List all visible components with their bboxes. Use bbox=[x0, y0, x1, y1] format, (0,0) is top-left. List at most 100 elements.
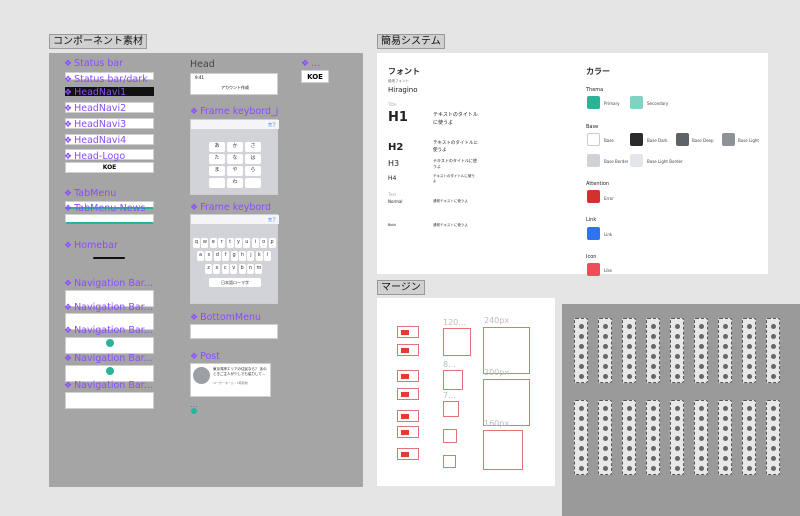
glyph-icon[interactable] bbox=[602, 344, 608, 349]
glyph-icon[interactable] bbox=[674, 426, 680, 431]
glyph-icon[interactable] bbox=[674, 446, 680, 451]
glyph-icon[interactable] bbox=[770, 426, 776, 431]
glyph-icon[interactable] bbox=[722, 354, 728, 359]
glyph-icon[interactable] bbox=[770, 436, 776, 441]
glyph-icon[interactable] bbox=[602, 354, 608, 359]
glyph-icon[interactable] bbox=[578, 446, 584, 451]
glyph-icon[interactable] bbox=[674, 374, 680, 379]
component-post[interactable]: ❖ Post bbox=[190, 351, 220, 363]
glyph-icon[interactable] bbox=[578, 334, 584, 339]
glyph-icon[interactable] bbox=[770, 334, 776, 339]
component-headnavi3[interactable]: ❖ HeadNavi3 bbox=[64, 119, 126, 131]
glyph-icon[interactable] bbox=[626, 456, 632, 461]
glyph-icon[interactable] bbox=[578, 374, 584, 379]
component-navigation-bar-4[interactable]: ❖ Navigation Bar... bbox=[64, 353, 153, 365]
component-tabmenu[interactable]: ❖ TabMenu bbox=[64, 188, 116, 200]
frame-label-system[interactable]: 簡易システム bbox=[377, 34, 445, 49]
glyph-icon[interactable] bbox=[650, 406, 656, 411]
glyph-icon[interactable] bbox=[674, 406, 680, 411]
glyph-icon[interactable] bbox=[698, 344, 704, 349]
component-status-bar-dark[interactable]: ❖ Status bar/dark bbox=[64, 74, 148, 86]
glyph-icon[interactable] bbox=[650, 334, 656, 339]
glyph-icon[interactable] bbox=[746, 426, 752, 431]
glyph-icon[interactable] bbox=[698, 354, 704, 359]
glyph-icon[interactable] bbox=[674, 416, 680, 421]
glyph-icon[interactable] bbox=[674, 466, 680, 471]
glyph-icon[interactable] bbox=[626, 436, 632, 441]
component-frame-keybord[interactable]: ❖ Frame keybord bbox=[190, 202, 271, 214]
glyph-icon[interactable] bbox=[698, 466, 704, 471]
component-ellipsis[interactable]: ❖... bbox=[301, 58, 320, 70]
glyph-icon[interactable] bbox=[722, 466, 728, 471]
glyph-icon[interactable] bbox=[746, 466, 752, 471]
glyph-icon[interactable] bbox=[746, 354, 752, 359]
glyph-icon[interactable] bbox=[722, 334, 728, 339]
glyph-icon[interactable] bbox=[578, 354, 584, 359]
glyph-icon[interactable] bbox=[650, 446, 656, 451]
glyph-icon[interactable] bbox=[746, 456, 752, 461]
glyph-icon[interactable] bbox=[602, 416, 608, 421]
glyph-icon[interactable] bbox=[578, 406, 584, 411]
glyph-icon[interactable] bbox=[770, 466, 776, 471]
glyph-icon[interactable] bbox=[578, 466, 584, 471]
glyph-icon[interactable] bbox=[602, 436, 608, 441]
glyph-icon[interactable] bbox=[698, 406, 704, 411]
glyph-icon[interactable] bbox=[770, 344, 776, 349]
glyph-icon[interactable] bbox=[746, 436, 752, 441]
glyph-icon[interactable] bbox=[650, 324, 656, 329]
glyph-icon[interactable] bbox=[650, 436, 656, 441]
glyph-icon[interactable] bbox=[698, 416, 704, 421]
glyph-icon[interactable] bbox=[602, 406, 608, 411]
glyph-icon[interactable] bbox=[650, 374, 656, 379]
glyph-icon[interactable] bbox=[770, 354, 776, 359]
glyph-icon[interactable] bbox=[770, 456, 776, 461]
glyph-icon[interactable] bbox=[770, 416, 776, 421]
glyph-icon[interactable] bbox=[746, 324, 752, 329]
component-headnavi1[interactable]: ❖ HeadNavi1 bbox=[64, 87, 126, 99]
glyph-icon[interactable] bbox=[746, 416, 752, 421]
glyph-icon[interactable] bbox=[746, 406, 752, 411]
glyph-icon[interactable] bbox=[602, 446, 608, 451]
glyph-icon[interactable] bbox=[746, 334, 752, 339]
glyph-icon[interactable] bbox=[770, 374, 776, 379]
component-frame-keybord-j[interactable]: ❖ Frame keybord_j bbox=[190, 106, 278, 118]
glyph-icon[interactable] bbox=[674, 334, 680, 339]
glyph-icon[interactable] bbox=[722, 324, 728, 329]
glyph-icon[interactable] bbox=[650, 426, 656, 431]
glyph-icon[interactable] bbox=[626, 334, 632, 339]
glyph-icon[interactable] bbox=[650, 344, 656, 349]
glyph-icon[interactable] bbox=[626, 446, 632, 451]
component-navigation-bar-1[interactable]: ❖ Navigation Bar... bbox=[64, 278, 153, 290]
glyph-icon[interactable] bbox=[626, 416, 632, 421]
glyph-icon[interactable] bbox=[602, 426, 608, 431]
glyph-icon[interactable] bbox=[722, 456, 728, 461]
glyph-icon[interactable] bbox=[698, 334, 704, 339]
component-status-bar[interactable]: ❖ Status bar bbox=[64, 58, 123, 70]
glyph-icon[interactable] bbox=[602, 466, 608, 471]
component-navigation-bar-3[interactable]: ❖ Navigation Bar... bbox=[64, 325, 153, 337]
glyph-icon[interactable] bbox=[626, 364, 632, 369]
glyph-icon[interactable] bbox=[698, 374, 704, 379]
component-navigation-bar-5[interactable]: ❖ Navigation Bar... bbox=[64, 380, 153, 392]
glyph-icon[interactable] bbox=[770, 324, 776, 329]
glyph-icon[interactable] bbox=[722, 374, 728, 379]
glyph-icon[interactable] bbox=[602, 374, 608, 379]
glyph-icon[interactable] bbox=[650, 456, 656, 461]
glyph-icon[interactable] bbox=[674, 354, 680, 359]
glyph-icon[interactable] bbox=[770, 446, 776, 451]
glyph-icon[interactable] bbox=[674, 344, 680, 349]
glyph-icon[interactable] bbox=[746, 374, 752, 379]
glyph-icon[interactable] bbox=[626, 374, 632, 379]
glyph-icon[interactable] bbox=[650, 364, 656, 369]
head-label[interactable]: Head bbox=[190, 59, 215, 70]
glyph-icon[interactable] bbox=[722, 416, 728, 421]
glyph-icon[interactable] bbox=[698, 426, 704, 431]
glyph-icon[interactable] bbox=[578, 416, 584, 421]
glyph-icon[interactable] bbox=[746, 344, 752, 349]
glyph-icon[interactable] bbox=[722, 344, 728, 349]
glyph-icon[interactable] bbox=[698, 324, 704, 329]
glyph-icon[interactable] bbox=[650, 354, 656, 359]
glyph-icon[interactable] bbox=[698, 446, 704, 451]
glyph-icon[interactable] bbox=[602, 324, 608, 329]
glyph-icon[interactable] bbox=[602, 364, 608, 369]
